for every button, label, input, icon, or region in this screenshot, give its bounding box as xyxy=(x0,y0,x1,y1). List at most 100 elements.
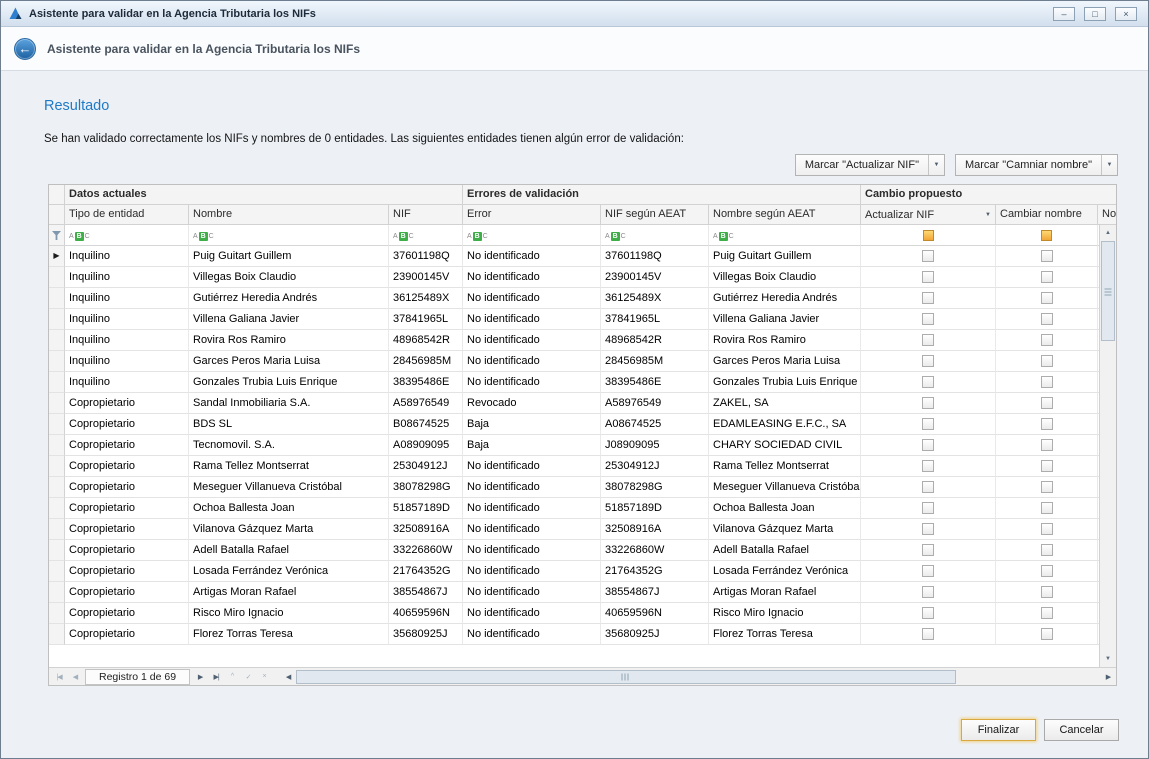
cambiar-nombre-checkbox[interactable] xyxy=(1041,397,1053,409)
actualizar-nif-checkbox[interactable] xyxy=(922,313,934,325)
column-header-no[interactable]: No xyxy=(1098,205,1117,225)
table-row[interactable]: Inquilino Villena Galiana Javier 3784196… xyxy=(49,309,1116,330)
cambiar-nombre-checkbox[interactable] xyxy=(1041,250,1053,262)
finalizar-button[interactable]: Finalizar xyxy=(961,719,1036,741)
cambiar-nombre-checkbox[interactable] xyxy=(1041,523,1053,535)
column-header-actualizar-nif[interactable]: Actualizar NIF ▼ xyxy=(861,205,996,225)
nav-first-button[interactable]: |◀ xyxy=(51,669,67,685)
filter-cell-nombre-aeat[interactable] xyxy=(709,225,861,246)
filter-cell-cambiar-nombre[interactable] xyxy=(996,225,1098,246)
table-row[interactable]: Copropietario BDS SL B08674525 Baja A086… xyxy=(49,414,1116,435)
cancelar-button[interactable]: Cancelar xyxy=(1044,719,1119,741)
table-row[interactable]: Copropietario Meseguer Villanueva Cristó… xyxy=(49,477,1116,498)
actualizar-nif-checkbox[interactable] xyxy=(922,586,934,598)
cambiar-nombre-checkbox[interactable] xyxy=(1041,481,1053,493)
actualizar-nif-checkbox[interactable] xyxy=(922,481,934,493)
vertical-scrollbar[interactable]: ▲ ▼ xyxy=(1099,225,1116,667)
cambiar-nombre-checkbox[interactable] xyxy=(1041,313,1053,325)
table-row[interactable]: Copropietario Vilanova Gázquez Marta 325… xyxy=(49,519,1116,540)
nav-post-button[interactable]: ✓ xyxy=(240,669,256,685)
actualizar-nif-checkbox[interactable] xyxy=(922,418,934,430)
table-row[interactable]: Inquilino Gutiérrez Heredia Andrés 36125… xyxy=(49,288,1116,309)
cambiar-nombre-checkbox[interactable] xyxy=(1041,565,1053,577)
table-row[interactable]: ▶ Inquilino Puig Guitart Guillem 3760119… xyxy=(49,246,1116,267)
back-button[interactable]: ← xyxy=(14,38,36,60)
column-header-nif-segun-aeat[interactable]: NIF según AEAT xyxy=(601,205,709,225)
table-row[interactable]: Inquilino Villegas Boix Claudio 23900145… xyxy=(49,267,1116,288)
actualizar-nif-checkbox[interactable] xyxy=(922,607,934,619)
actualizar-nif-checkbox[interactable] xyxy=(922,439,934,451)
filter-cell-nombre[interactable] xyxy=(189,225,389,246)
mark-cambiar-nombre-button[interactable]: Marcar "Camniar nombre" ▼ xyxy=(955,154,1118,176)
column-header-cambiar-nombre[interactable]: Cambiar nombre xyxy=(996,205,1098,225)
column-header-tipo-entidad[interactable]: Tipo de entidad xyxy=(65,205,189,225)
cambiar-nombre-checkbox[interactable] xyxy=(1041,376,1053,388)
filter-row[interactable] xyxy=(49,225,1116,246)
actualizar-nif-checkbox[interactable] xyxy=(922,502,934,514)
cambiar-nombre-checkbox[interactable] xyxy=(1041,586,1053,598)
actualizar-nif-checkbox[interactable] xyxy=(922,523,934,535)
table-row[interactable]: Copropietario Risco Miro Ignacio 4065959… xyxy=(49,603,1116,624)
mark-cambiar-nombre-dropdown[interactable]: ▼ xyxy=(1101,155,1117,175)
vertical-scroll-track[interactable] xyxy=(1100,241,1116,651)
actualizar-nif-checkbox[interactable] xyxy=(922,565,934,577)
column-header-nombre-segun-aeat[interactable]: Nombre según AEAT xyxy=(709,205,861,225)
group-header-cambio-propuesto[interactable]: Cambio propuesto xyxy=(861,185,1117,205)
actualizar-nif-checkbox[interactable] xyxy=(922,544,934,556)
table-row[interactable]: Copropietario Rama Tellez Montserrat 253… xyxy=(49,456,1116,477)
cambiar-nombre-checkbox[interactable] xyxy=(1041,334,1053,346)
nav-prev-button[interactable]: ◀ xyxy=(67,669,83,685)
table-row[interactable]: Copropietario Florez Torras Teresa 35680… xyxy=(49,624,1116,645)
table-row[interactable]: Inquilino Rovira Ros Ramiro 48968542R No… xyxy=(49,330,1116,351)
actualizar-nif-checkbox[interactable] xyxy=(922,334,934,346)
scroll-left-icon[interactable]: ◀ xyxy=(280,669,296,685)
filter-cell-nif-aeat[interactable] xyxy=(601,225,709,246)
mark-actualizar-nif-button[interactable]: Marcar "Actualizar NIF" ▼ xyxy=(795,154,945,176)
actualizar-nif-checkbox[interactable] xyxy=(922,271,934,283)
filter-cell-tipo[interactable] xyxy=(65,225,189,246)
cambiar-nombre-checkbox[interactable] xyxy=(1041,502,1053,514)
actualizar-nif-checkbox[interactable] xyxy=(922,355,934,367)
actualizar-nif-checkbox[interactable] xyxy=(922,397,934,409)
header-dropdown-icon[interactable]: ▼ xyxy=(985,212,991,218)
cambiar-nombre-checkbox[interactable] xyxy=(1041,439,1053,451)
column-header-nombre[interactable]: Nombre xyxy=(189,205,389,225)
scroll-down-icon[interactable]: ▼ xyxy=(1100,651,1116,667)
filter-cell-error[interactable] xyxy=(463,225,601,246)
nav-edit-button[interactable]: ^ xyxy=(224,669,240,685)
scroll-right-icon[interactable]: ▶ xyxy=(1100,669,1116,685)
actualizar-nif-checkbox[interactable] xyxy=(922,292,934,304)
group-header-datos-actuales[interactable]: Datos actuales xyxy=(65,185,463,205)
table-row[interactable]: Copropietario Adell Batalla Rafael 33226… xyxy=(49,540,1116,561)
nav-cancel-button[interactable]: × xyxy=(256,669,272,685)
cambiar-nombre-checkbox[interactable] xyxy=(1041,628,1053,640)
cambiar-nombre-checkbox[interactable] xyxy=(1041,355,1053,367)
cambiar-nombre-checkbox[interactable] xyxy=(1041,418,1053,430)
minimize-icon[interactable]: – xyxy=(1053,7,1075,21)
cambiar-nombre-checkbox[interactable] xyxy=(1041,271,1053,283)
table-row[interactable]: Inquilino Garces Peros Maria Luisa 28456… xyxy=(49,351,1116,372)
group-header-errores-validacion[interactable]: Errores de validación xyxy=(463,185,861,205)
horizontal-scroll-thumb[interactable] xyxy=(296,670,956,684)
actualizar-nif-checkbox[interactable] xyxy=(922,460,934,472)
table-row[interactable]: Copropietario Sandal Inmobiliaria S.A. A… xyxy=(49,393,1116,414)
cambiar-nombre-checkbox[interactable] xyxy=(1041,292,1053,304)
column-header-error[interactable]: Error xyxy=(463,205,601,225)
actualizar-nif-checkbox[interactable] xyxy=(922,628,934,640)
table-row[interactable]: Copropietario Tecnomovil. S.A. A08909095… xyxy=(49,435,1116,456)
nav-last-button[interactable]: ▶| xyxy=(208,669,224,685)
nav-next-button[interactable]: ▶ xyxy=(192,669,208,685)
table-row[interactable]: Copropietario Artigas Moran Rafael 38554… xyxy=(49,582,1116,603)
horizontal-scrollbar[interactable]: ◀ ▶ xyxy=(280,669,1116,685)
horizontal-scroll-track[interactable] xyxy=(296,669,1100,685)
table-row[interactable]: Copropietario Losada Ferrández Verónica … xyxy=(49,561,1116,582)
column-header-nif[interactable]: NIF xyxy=(389,205,463,225)
mark-actualizar-nif-dropdown[interactable]: ▼ xyxy=(928,155,944,175)
vertical-scroll-thumb[interactable] xyxy=(1101,241,1115,341)
cambiar-nombre-checkbox[interactable] xyxy=(1041,607,1053,619)
table-row[interactable]: Inquilino Gonzales Trubia Luis Enrique 3… xyxy=(49,372,1116,393)
close-icon[interactable]: × xyxy=(1115,7,1137,21)
filter-cell-actualizar-nif[interactable] xyxy=(861,225,996,246)
cambiar-nombre-checkbox[interactable] xyxy=(1041,544,1053,556)
cambiar-nombre-checkbox[interactable] xyxy=(1041,460,1053,472)
